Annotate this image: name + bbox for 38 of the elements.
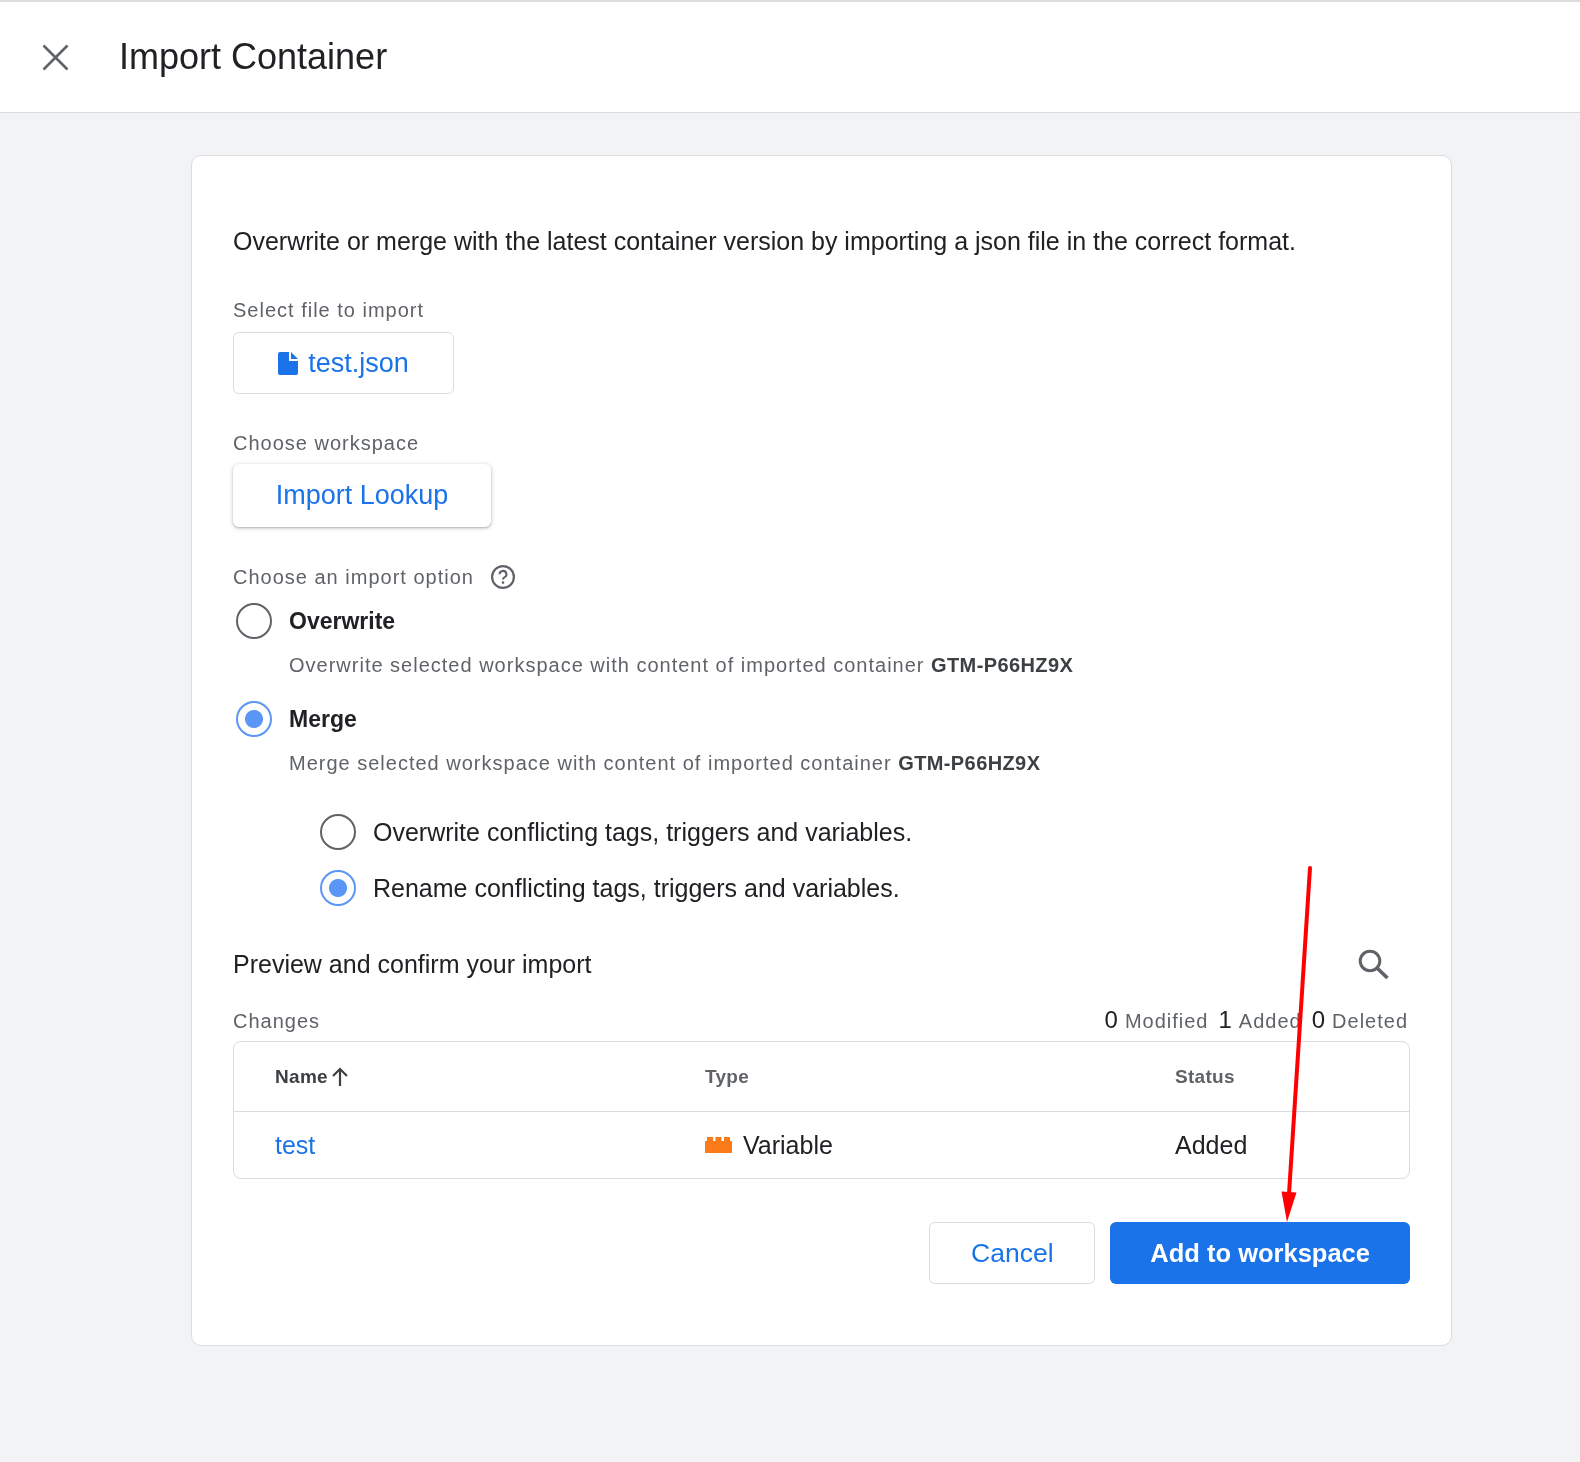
page-title: Import Container <box>119 35 388 79</box>
option-description: Merge selected workspace with content of imported container GTM-P66HZ9X <box>289 751 1041 776</box>
primary-button[interactable]: Add to workspace <box>1110 1222 1410 1284</box>
count-number: 0 <box>1311 1006 1326 1034</box>
field-label: Select file to import <box>233 298 425 323</box>
table-cell: Variable <box>743 1130 833 1160</box>
brick-icon <box>705 1137 732 1153</box>
search-icon[interactable] <box>1358 949 1389 979</box>
changes-label: Changes <box>233 1009 321 1034</box>
count-change: Deleted <box>1332 1010 1408 1033</box>
column-header[interactable]: Name <box>275 1065 348 1088</box>
radio-button[interactable] <box>320 814 356 850</box>
section-title: Preview and confirm your import <box>233 949 592 979</box>
secondary-button[interactable]: Cancel <box>929 1222 1096 1284</box>
count-number: 1 <box>1218 1006 1232 1034</box>
close-icon[interactable] <box>42 43 69 71</box>
option-label: Rename conflicting tags, triggers and variables. <box>373 873 900 903</box>
option-label: Overwrite <box>289 607 396 635</box>
option-label: Overwrite conflicting tags, triggers and variables. <box>373 817 913 847</box>
workspace-button[interactable]: Import Lookup <box>233 464 491 527</box>
arrow-up-icon <box>331 1067 348 1086</box>
name-link[interactable]: test <box>275 1130 316 1160</box>
radio-button[interactable] <box>236 603 272 639</box>
column-header[interactable]: Status <box>1175 1065 1235 1088</box>
radio-button[interactable] <box>320 870 356 906</box>
table-cell: Added <box>1175 1130 1248 1160</box>
radio-button[interactable] <box>236 701 272 737</box>
count-change: Modified <box>1124 1010 1209 1033</box>
option-label: Merge <box>289 705 357 733</box>
option-description: Overwrite selected workspace with content of imported container GTM-P66HZ9X <box>289 653 1074 678</box>
file-button[interactable]: test.json <box>233 332 454 394</box>
count-number: 0 <box>1104 1006 1118 1034</box>
column-header[interactable]: Type <box>705 1065 750 1088</box>
field-label: Choose an import option <box>233 565 474 590</box>
field-label: Choose workspace <box>233 431 420 456</box>
help-icon[interactable] <box>490 565 515 589</box>
file-icon <box>278 351 299 375</box>
intro-text: Overwrite or merge with the latest container version by importing a json file in the correct format. <box>233 226 1296 256</box>
